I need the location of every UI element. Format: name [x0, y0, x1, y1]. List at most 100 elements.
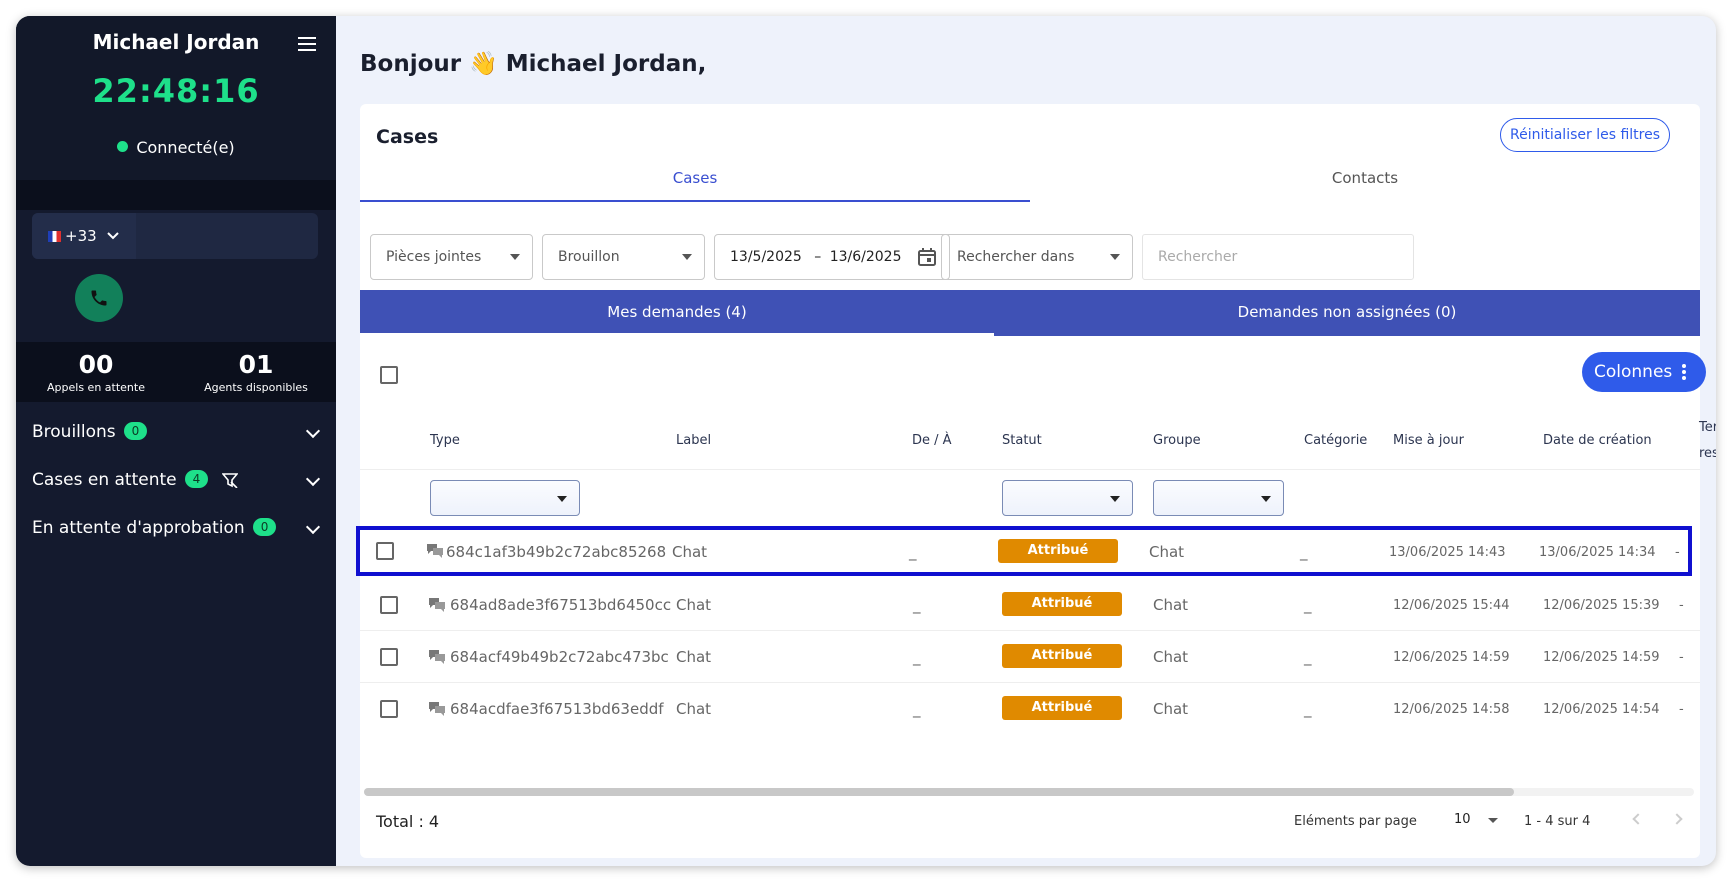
row-checkbox[interactable] — [380, 700, 398, 718]
case-created: 12/06/2025 15:39 — [1543, 598, 1660, 613]
table-row[interactable]: 684acdfae3f67513bd63eddf Chat _ Attribué… — [360, 683, 1700, 735]
sidebar-section-pending-cases[interactable]: Cases en attente 4 — [32, 465, 322, 495]
country-code: +33 — [65, 227, 97, 245]
horizontal-scrollbar[interactable] — [364, 788, 1694, 796]
status-badge: Attribué — [1002, 644, 1122, 668]
table-row[interactable]: 684c1af3b49b2c72abc85268 Chat _ Attribué… — [356, 526, 1692, 576]
count-badge: 0 — [252, 518, 277, 536]
case-id[interactable]: 684ad8ade3f67513bd6450cc — [450, 596, 671, 614]
column-header-truncated-line1[interactable]: Ter — [1699, 420, 1716, 435]
date-range-field[interactable]: 13/5/2025 – 13/6/2025 — [714, 234, 950, 280]
select-value: 10 — [1454, 812, 1471, 827]
call-button[interactable] — [75, 274, 123, 322]
menu-icon[interactable] — [296, 34, 318, 54]
case-id[interactable]: 684acdfae3f67513bd63eddf — [450, 700, 664, 718]
group-column-filter[interactable] — [1153, 480, 1284, 516]
country-code-select[interactable]: +33 — [32, 213, 136, 259]
column-header-from-to[interactable]: De / À — [912, 433, 952, 448]
columns-button[interactable]: Colonnes — [1582, 352, 1706, 392]
agent-status[interactable]: Connecté(e) — [16, 138, 336, 157]
card-title: Cases — [376, 126, 439, 148]
status-dot-icon — [117, 141, 129, 152]
case-id[interactable]: 684acf49b49b2c72abc473bc — [450, 648, 669, 666]
caret-down-icon — [1110, 496, 1120, 502]
main-tabs: Cases Contacts — [360, 154, 1700, 202]
case-group: Chat — [1153, 596, 1189, 614]
draft-filter-select[interactable]: Brouillon — [542, 234, 705, 280]
attachments-filter-select[interactable]: Pièces jointes — [370, 234, 533, 280]
chat-icon — [429, 650, 445, 664]
sidebar-section-awaiting-approval[interactable]: En attente d'approbation 0 — [32, 513, 322, 543]
column-header-type[interactable]: Type — [430, 433, 460, 448]
phone-icon — [91, 290, 107, 306]
select-value: Rechercher dans — [957, 249, 1075, 265]
case-updated: 13/06/2025 14:43 — [1389, 545, 1506, 560]
table-row[interactable]: 684ad8ade3f67513bd6450cc Chat _ Attribué… — [360, 579, 1700, 631]
case-category: _ — [1304, 596, 1312, 614]
app-frame: Michael Jordan 22:48:16 Connecté(e) +33 … — [16, 16, 1716, 866]
previous-page-button[interactable] — [1628, 810, 1648, 830]
case-label: Chat — [676, 596, 712, 614]
filter-funnel-icon[interactable] — [221, 472, 238, 488]
date-separator: – — [814, 249, 822, 265]
case-group: Chat — [1153, 648, 1189, 666]
tab-my-requests[interactable]: Mes demandes (4) — [360, 290, 994, 336]
column-header-created[interactable]: Date de création — [1543, 433, 1652, 448]
items-per-page-label: Eléments par page — [1294, 814, 1417, 829]
sidebar-section-brouillons[interactable]: Brouillons 0 — [32, 417, 322, 447]
caret-down-icon — [682, 254, 692, 260]
items-per-page-select[interactable]: 10 — [1454, 808, 1504, 832]
column-header-updated[interactable]: Mise à jour — [1393, 433, 1464, 448]
chat-icon — [427, 544, 443, 558]
tab-cases[interactable]: Cases — [360, 154, 1030, 202]
next-page-button[interactable] — [1670, 810, 1690, 830]
caret-down-icon — [1261, 496, 1271, 502]
scrollbar-thumb[interactable] — [364, 788, 1514, 796]
column-header-truncated-line2[interactable]: res — [1699, 446, 1716, 461]
cases-card: Cases Réinitialiser les filtres Cases Co… — [356, 104, 1716, 858]
chat-icon — [429, 702, 445, 716]
phone-number-input[interactable] — [136, 213, 318, 259]
column-header-label[interactable]: Label — [676, 433, 711, 448]
row-checkbox[interactable] — [380, 648, 398, 666]
case-group: Chat — [1149, 543, 1185, 561]
tab-contacts[interactable]: Contacts — [1030, 154, 1700, 202]
available-agents-count: 01 — [238, 350, 274, 379]
france-flag-icon — [48, 231, 61, 242]
row-checkbox[interactable] — [376, 542, 394, 560]
reset-filters-button[interactable]: Réinitialiser les filtres — [1500, 118, 1670, 152]
type-column-filter[interactable] — [430, 480, 580, 516]
row-checkbox[interactable] — [380, 596, 398, 614]
section-label: Brouillons — [32, 422, 116, 442]
header-divider — [360, 469, 1700, 470]
status-column-filter[interactable] — [1002, 480, 1133, 516]
more-vertical-icon — [1682, 364, 1686, 382]
select-all-checkbox[interactable] — [380, 366, 398, 384]
total-count: Total : 4 — [376, 812, 440, 831]
tab-unassigned-requests[interactable]: Demandes non assignées (0) — [994, 290, 1700, 336]
calendar-icon[interactable] — [917, 247, 937, 267]
select-value: Pièces jointes — [386, 249, 482, 265]
case-id[interactable]: 684c1af3b49b2c72abc85268 — [446, 543, 666, 561]
caret-down-icon — [557, 496, 567, 502]
status-badge: Attribué — [1002, 592, 1122, 616]
waiting-calls-count: 00 — [78, 350, 114, 379]
dialer: +33 — [32, 213, 318, 259]
case-label: Chat — [676, 648, 712, 666]
case-from-to: _ — [913, 700, 921, 718]
column-header-status[interactable]: Statut — [1002, 433, 1042, 448]
case-updated: 12/06/2025 14:58 — [1393, 702, 1510, 717]
count-badge: 0 — [123, 422, 148, 440]
table-row[interactable]: 684acf49b49b2c72abc473bc Chat _ Attribué… — [360, 631, 1700, 683]
column-header-group[interactable]: Groupe — [1153, 433, 1201, 448]
case-from-to: _ — [909, 543, 917, 561]
agent-name: Michael Jordan — [92, 30, 260, 54]
search-input[interactable] — [1142, 234, 1414, 280]
column-header-category[interactable]: Catégorie — [1304, 433, 1367, 448]
status-badge: Attribué — [1002, 696, 1122, 720]
chevron-down-icon — [305, 471, 321, 487]
select-value: Brouillon — [558, 249, 620, 265]
caret-down-icon — [1488, 818, 1498, 823]
chevron-down-icon — [107, 232, 120, 240]
search-in-select[interactable]: Rechercher dans — [941, 234, 1133, 280]
